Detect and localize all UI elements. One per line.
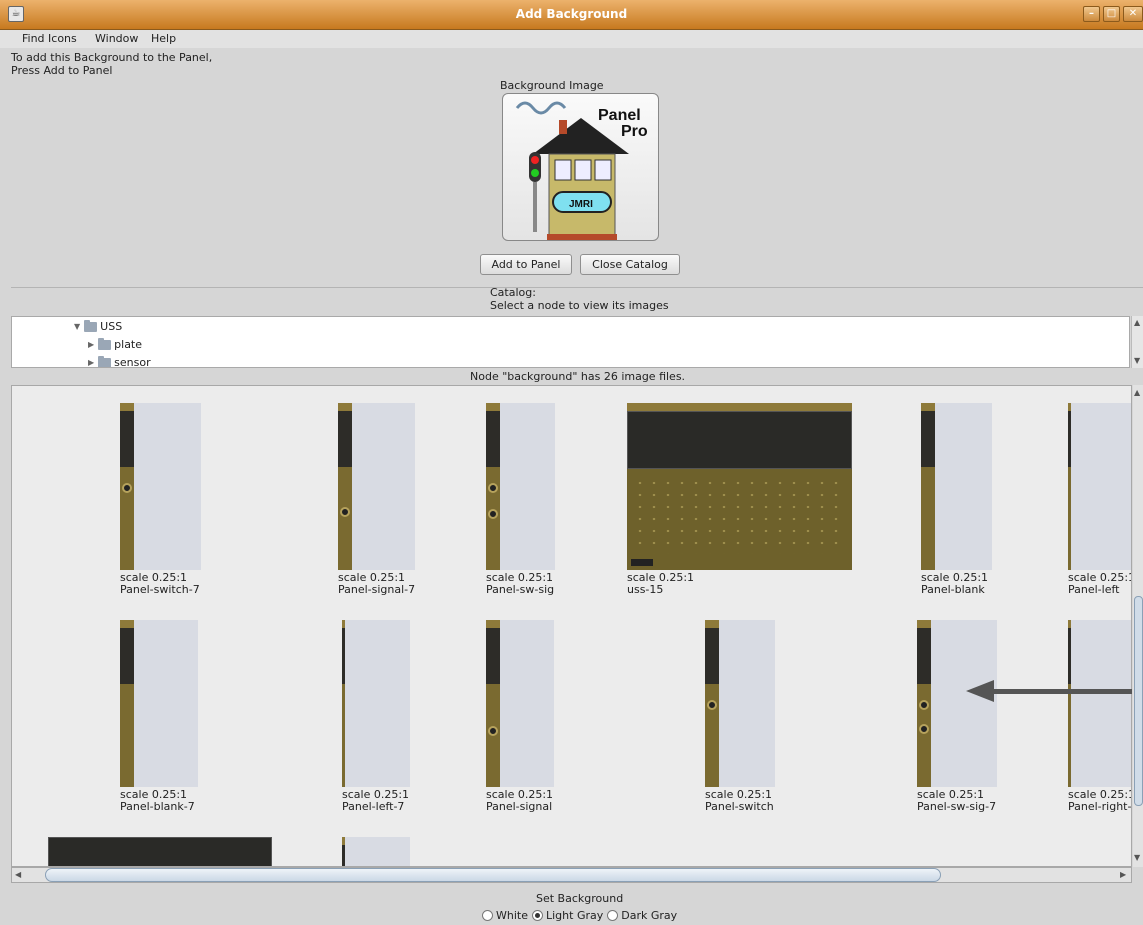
background-image-label: Background Image bbox=[500, 79, 604, 92]
scroll-right-icon[interactable]: ▶ bbox=[1120, 870, 1126, 879]
instructions: To add this Background to the Panel, Pre… bbox=[11, 51, 213, 77]
title-bar: ☕ Add Background – □ ✕ bbox=[0, 0, 1143, 30]
folder-icon bbox=[84, 319, 98, 332]
radio-light-gray[interactable] bbox=[532, 910, 543, 921]
menu-help[interactable]: Help bbox=[151, 32, 176, 45]
scroll-up-icon[interactable]: ▲ bbox=[1134, 318, 1140, 327]
catalog-header: Catalog: Select a node to view its image… bbox=[490, 286, 669, 312]
maximize-icon[interactable]: □ bbox=[1103, 6, 1120, 22]
panelpro-logo-icon: Panel Pro JMRI bbox=[515, 101, 648, 240]
tree-node-sensor[interactable]: ▶ sensor bbox=[88, 355, 151, 367]
collapsed-triangle-icon[interactable]: ▶ bbox=[88, 358, 94, 367]
tree-node-uss[interactable]: ▼ USS bbox=[74, 319, 122, 333]
close-catalog-button[interactable]: Close Catalog bbox=[580, 254, 680, 275]
menu-find-icons[interactable]: Find Icons bbox=[22, 32, 77, 45]
image-grid: scale 0.25:1 Panel-switch-7 scale 0.25:1 P… bbox=[11, 385, 1132, 867]
radio-dark-gray[interactable] bbox=[607, 910, 619, 921]
tree-scrollbar[interactable]: ▲ ▼ bbox=[1131, 316, 1143, 368]
add-to-panel-button[interactable]: Add to Panel bbox=[480, 254, 572, 275]
logo-text-panel: Panel bbox=[598, 107, 641, 124]
scroll-down-icon[interactable]: ▼ bbox=[1134, 356, 1140, 365]
annotation-arrow-head-icon bbox=[966, 680, 994, 702]
radio-white[interactable] bbox=[482, 910, 493, 921]
horizontal-scroll-thumb[interactable] bbox=[45, 868, 941, 882]
close-icon[interactable]: ✕ bbox=[1123, 6, 1143, 22]
scroll-left-icon[interactable]: ◀ bbox=[15, 870, 21, 879]
node-status: Node "background" has 26 image files. bbox=[470, 370, 686, 383]
background-color-options: White Light Gray Dark Gray bbox=[482, 909, 681, 922]
menu-bar: Find Icons Window Help bbox=[0, 30, 1143, 48]
set-background-label: Set Background bbox=[536, 892, 624, 905]
tree-node-plate[interactable]: ▶ plate bbox=[88, 337, 142, 351]
window-title: Add Background bbox=[515, 7, 628, 21]
folder-icon bbox=[98, 337, 112, 350]
expanded-triangle-icon[interactable]: ▼ bbox=[74, 322, 80, 331]
collapsed-triangle-icon[interactable]: ▶ bbox=[88, 340, 94, 349]
logo-text-jmri: JMRI bbox=[569, 199, 593, 210]
logo-text-pro: Pro bbox=[621, 123, 648, 140]
menu-window[interactable]: Window bbox=[95, 32, 138, 45]
annotation-arrow bbox=[990, 689, 1132, 694]
catalog-tree[interactable]: ▼ USS ▶ plate ▶ sensor bbox=[11, 316, 1130, 368]
vertical-scroll-thumb[interactable] bbox=[1134, 596, 1143, 806]
scroll-up-icon[interactable]: ▲ bbox=[1134, 388, 1140, 397]
scroll-down-icon[interactable]: ▼ bbox=[1134, 853, 1140, 862]
folder-icon bbox=[98, 355, 112, 367]
background-preview: Panel Pro JMRI bbox=[502, 93, 659, 241]
minimize-icon[interactable]: – bbox=[1083, 6, 1100, 22]
